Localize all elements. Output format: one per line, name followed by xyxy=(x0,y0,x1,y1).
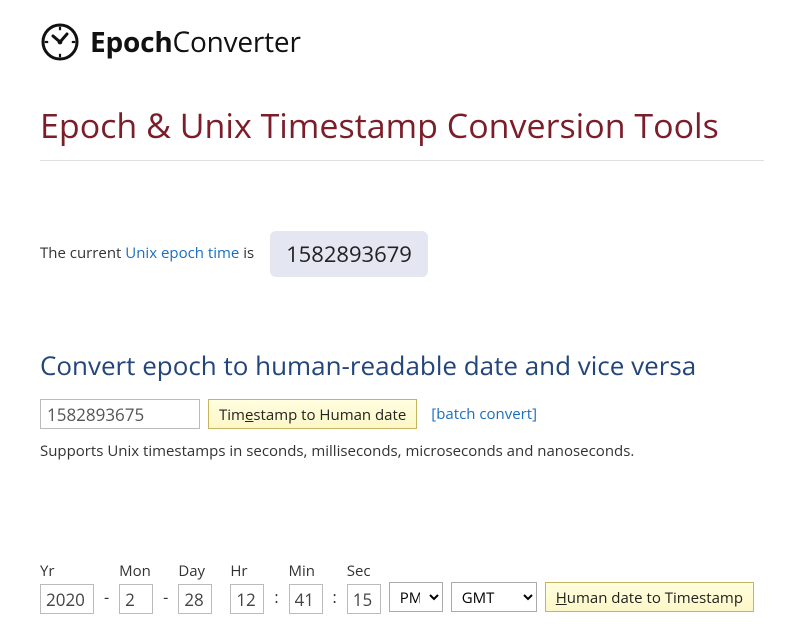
select-ampm[interactable]: PM xyxy=(389,582,443,612)
current-epoch-value: 1582893679 xyxy=(270,231,428,277)
sep-dash-1: - xyxy=(102,586,111,608)
logo[interactable]: EpochConverter xyxy=(90,23,301,61)
logo-bold: Epoch xyxy=(90,23,173,61)
input-month[interactable] xyxy=(119,584,153,614)
select-timezone[interactable]: GMT xyxy=(451,582,537,612)
label-minute: Min xyxy=(289,561,323,581)
input-year[interactable] xyxy=(40,584,94,614)
label-month: Mon xyxy=(119,561,153,581)
unix-epoch-link[interactable]: Unix epoch time xyxy=(125,243,239,263)
sep-dash-2: - xyxy=(161,586,170,608)
input-minute[interactable] xyxy=(289,584,323,614)
datetime-row: Yr - Mon - Day Hr : Min : Sec PM GMT Hum… xyxy=(40,561,764,614)
sep-colon-1: : xyxy=(272,586,280,608)
current-prefix: The current xyxy=(40,243,125,263)
sep-colon-2: : xyxy=(331,586,339,608)
clock-icon xyxy=(40,22,80,62)
label-day: Day xyxy=(178,561,212,581)
current-suffix: is xyxy=(239,243,254,263)
support-note: Supports Unix timestamps in seconds, mil… xyxy=(40,441,764,461)
label-year: Yr xyxy=(40,561,94,581)
site-header: EpochConverter xyxy=(40,16,764,72)
timestamp-to-human-button[interactable]: Timestamp to Human date xyxy=(208,399,417,429)
page-title: Epoch & Unix Timestamp Conversion Tools xyxy=(40,102,764,161)
input-day[interactable] xyxy=(178,584,212,614)
current-epoch-line: The current Unix epoch time is 158289367… xyxy=(40,231,764,277)
timestamp-input[interactable] xyxy=(40,399,200,429)
input-second[interactable] xyxy=(347,584,381,614)
label-second: Sec xyxy=(347,561,381,581)
logo-light: Converter xyxy=(173,23,301,61)
timestamp-convert-row: Timestamp to Human date [batch convert] xyxy=(40,399,764,429)
label-hour: Hr xyxy=(230,561,264,581)
section-title-convert: Convert epoch to human-readable date and… xyxy=(40,347,764,383)
human-to-timestamp-button[interactable]: Human date to Timestamp xyxy=(545,582,754,612)
input-hour[interactable] xyxy=(230,584,264,614)
batch-convert-link[interactable]: [batch convert] xyxy=(431,404,537,424)
